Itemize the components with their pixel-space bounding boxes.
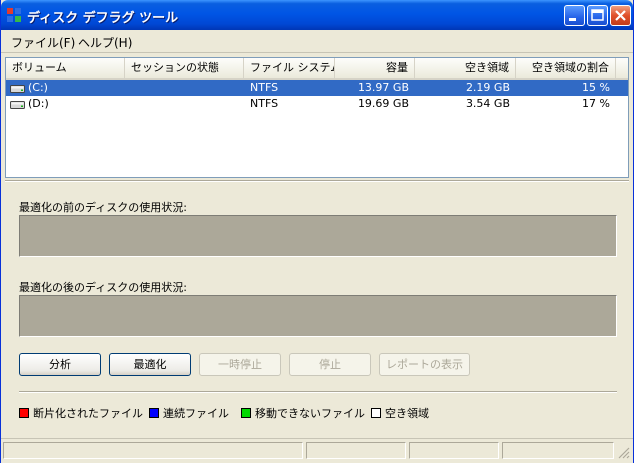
column-header-percent-free[interactable]: 空き領域の割合 (516, 58, 616, 78)
status-bar (1, 438, 633, 463)
menu-file[interactable]: ファイル(F) (9, 33, 77, 52)
before-usage-label: 最適化の前のディスクの使用状況: (19, 201, 187, 214)
splitter[interactable] (5, 180, 629, 182)
free-space: 3.54 GB (465, 97, 510, 110)
after-usage-label: 最適化の後のディスクの使用状況: (19, 281, 187, 294)
defrag-window: ディスク デフラグ ツール ファイル(F) ヘルプ(H) ボリューム セッション… (0, 0, 634, 463)
defragment-button[interactable]: 最適化 (109, 353, 191, 376)
fragmented-swatch (19, 408, 29, 418)
file-system: NTFS (250, 81, 279, 94)
capacity: 19.69 GB (357, 97, 409, 110)
legend-unmovable: 移動できないファイル (241, 405, 365, 420)
volume-row-c[interactable]: (C:) NTFS 13.97 GB 2.19 GB 15 % (6, 80, 628, 96)
file-system: NTFS (250, 97, 279, 110)
percent-free: 15 % (582, 81, 610, 94)
status-pane-3 (409, 442, 499, 459)
stop-button[interactable]: 停止 (289, 353, 371, 376)
volume-name: (D:) (28, 97, 49, 110)
volume-name: (C:) (28, 81, 48, 94)
title-bar[interactable]: ディスク デフラグ ツール (1, 0, 633, 30)
menu-help[interactable]: ヘルプ(H) (76, 33, 134, 52)
defrag-app-icon (7, 8, 21, 22)
list-header: ボリューム セッションの状態 ファイル システム 容量 空き領域 空き領域の割合 (6, 58, 628, 80)
capacity: 13.97 GB (357, 81, 409, 94)
legend-fragmented: 断片化されたファイル (19, 405, 143, 420)
after-usage-display (19, 295, 617, 337)
contiguous-swatch (149, 408, 159, 418)
free-space: 2.19 GB (465, 81, 510, 94)
status-pane-2 (306, 442, 406, 459)
legend-contiguous: 連続ファイル (149, 405, 229, 420)
column-header-file-system[interactable]: ファイル システム (244, 58, 335, 78)
session-status (125, 80, 244, 96)
minimize-button[interactable] (564, 5, 585, 26)
analyze-button[interactable]: 分析 (19, 353, 101, 376)
pause-button[interactable]: 一時停止 (199, 353, 281, 376)
legend-label: 移動できないファイル (255, 407, 365, 420)
window-title: ディスク デフラグ ツール (27, 11, 179, 26)
resize-grip-icon[interactable] (617, 446, 630, 459)
volume-row-d[interactable]: (D:) NTFS 19.69 GB 3.54 GB 17 % (6, 96, 628, 112)
close-button[interactable] (610, 5, 631, 26)
menu-bar: ファイル(F) ヘルプ(H) (1, 30, 633, 53)
view-report-button[interactable]: レポートの表示 (379, 353, 470, 376)
status-pane-4 (502, 442, 614, 459)
before-usage-display (19, 215, 617, 257)
legend-divider (19, 391, 617, 393)
column-header-volume[interactable]: ボリューム (6, 58, 125, 78)
status-pane-1 (3, 442, 303, 459)
free-space-swatch (371, 408, 381, 418)
column-header-capacity[interactable]: 容量 (335, 58, 415, 78)
minimize-icon (569, 18, 576, 21)
legend-label: 断片化されたファイル (33, 407, 143, 420)
percent-free: 17 % (582, 97, 610, 110)
close-icon (615, 10, 626, 21)
maximize-button[interactable] (587, 5, 608, 26)
legend-free-space: 空き領域 (371, 405, 429, 420)
column-header-free-space[interactable]: 空き領域 (415, 58, 516, 78)
session-status (125, 96, 244, 112)
legend-label: 空き領域 (385, 407, 429, 420)
maximize-icon (591, 9, 604, 21)
unmovable-swatch (241, 408, 251, 418)
legend-label: 連続ファイル (163, 407, 229, 420)
volume-list[interactable]: ボリューム セッションの状態 ファイル システム 容量 空き領域 空き領域の割合… (5, 57, 629, 178)
column-header-session-status[interactable]: セッションの状態 (125, 58, 244, 78)
